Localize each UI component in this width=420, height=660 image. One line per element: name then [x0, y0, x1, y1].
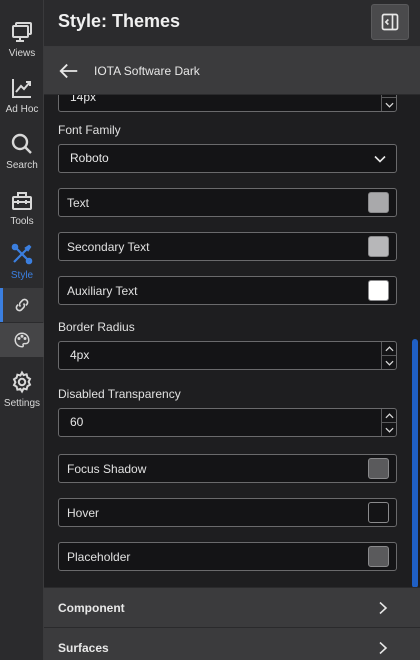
color-swatch-secondary-text[interactable]: [368, 236, 389, 257]
color-row-placeholder[interactable]: Placeholder: [58, 542, 397, 571]
collapse-panel-button[interactable]: [371, 4, 409, 40]
nav-item-views[interactable]: Views: [0, 14, 44, 66]
gear-icon: [12, 370, 32, 394]
back-arrow-icon[interactable]: [58, 60, 80, 82]
color-swatch-placeholder[interactable]: [368, 546, 389, 567]
nav-label-views: Views: [8, 48, 36, 59]
style-icon: [11, 243, 33, 265]
accordion-component[interactable]: Component: [44, 587, 420, 627]
nav-label-tools: Tools: [10, 216, 34, 227]
color-row-hover[interactable]: Hover: [58, 498, 397, 527]
disabled-transparency-input[interactable]: 60: [58, 408, 397, 437]
nav-label-settings: Settings: [3, 398, 41, 409]
border-radius-down-button[interactable]: [381, 355, 396, 369]
partial-number-value: 14px: [70, 95, 97, 104]
chevron-right-icon: [379, 641, 388, 655]
color-row-focus-shadow[interactable]: Focus Shadow: [58, 454, 397, 483]
link-icon: [15, 298, 29, 312]
nav-item-settings[interactable]: Settings: [0, 364, 44, 416]
color-row-auxiliary-text[interactable]: Auxiliary Text: [58, 276, 397, 305]
color-swatch-auxiliary-text[interactable]: [368, 280, 389, 301]
chevron-down-icon: [384, 102, 394, 108]
collapse-panel-icon: [381, 13, 399, 31]
stepper-down-button[interactable]: [381, 97, 396, 111]
accordion-surfaces[interactable]: Surfaces: [44, 627, 420, 660]
color-label-auxiliary-text: Auxiliary Text: [67, 284, 138, 298]
nav-item-ad-hoc[interactable]: Ad Hoc: [0, 70, 44, 122]
form-scrollbar-thumb[interactable]: [412, 339, 418, 588]
palette-icon: [14, 332, 30, 348]
theme-subheader: IOTA Software Dark: [44, 47, 420, 95]
font-family-select[interactable]: Roboto: [58, 144, 397, 173]
nav-item-search[interactable]: Search: [0, 126, 44, 178]
toolbox-icon: [12, 192, 32, 210]
color-label-secondary-text: Secondary Text: [67, 240, 150, 254]
page-title: Style: Themes: [58, 11, 181, 31]
border-radius-label: Border Radius: [58, 320, 135, 334]
nav-item-tools[interactable]: Tools: [0, 182, 44, 234]
disabled-transparency-label: Disabled Transparency: [58, 387, 181, 401]
border-radius-input[interactable]: 4px: [58, 341, 397, 370]
color-row-text[interactable]: Text: [58, 188, 397, 217]
disabled-transparency-value: 60: [70, 415, 84, 429]
chevron-down-icon: [384, 427, 394, 433]
chevron-up-icon: [384, 412, 394, 418]
color-label-placeholder: Placeholder: [67, 550, 131, 564]
chevron-down-icon: [374, 155, 386, 163]
theme-form: 14px Font Family Roboto Text Secondary T…: [44, 95, 411, 588]
color-label-focus-shadow: Focus Shadow: [67, 462, 147, 476]
left-nav-rail: Views Ad Hoc Search Tools Style Settings: [0, 0, 44, 660]
app-root: Views Ad Hoc Search Tools Style Settings…: [0, 0, 420, 660]
chevron-up-icon: [384, 345, 394, 351]
nav-label-style: Style: [10, 270, 34, 281]
disabled-transparency-stepper: [381, 409, 396, 436]
font-family-value: Roboto: [70, 151, 109, 165]
color-label-hover: Hover: [67, 506, 100, 520]
accordion-label-component: Component: [58, 601, 125, 615]
chart-line-icon: [12, 79, 31, 98]
color-swatch-focus-shadow[interactable]: [368, 458, 389, 479]
chevron-down-icon: [384, 360, 394, 366]
nav-label-search: Search: [6, 160, 38, 171]
monitor-icon: [12, 22, 32, 42]
disabled-transparency-up-button[interactable]: [381, 409, 396, 422]
nav-item-style[interactable]: Style: [0, 236, 44, 288]
theme-name: IOTA Software Dark: [94, 64, 200, 78]
color-row-secondary-text[interactable]: Secondary Text: [58, 232, 397, 261]
border-radius-stepper: [381, 342, 396, 369]
partial-number-stepper: [381, 95, 396, 111]
color-swatch-hover[interactable]: [368, 502, 389, 523]
panel-header: Style: Themes: [44, 0, 420, 47]
form-scrollbar[interactable]: [411, 95, 420, 588]
nav-sub-item-links[interactable]: [0, 288, 44, 322]
nav-label-ad-hoc: Ad Hoc: [5, 104, 39, 115]
search-icon: [11, 133, 32, 154]
color-label-text: Text: [67, 196, 90, 210]
font-family-label: Font Family: [58, 123, 121, 137]
accordion-label-surfaces: Surfaces: [58, 641, 109, 655]
nav-sub-item-palette[interactable]: [0, 323, 44, 357]
chevron-right-icon: [379, 601, 388, 615]
disabled-transparency-down-button[interactable]: [381, 422, 396, 436]
color-swatch-text[interactable]: [368, 192, 389, 213]
partial-number-input[interactable]: 14px: [58, 95, 397, 112]
border-radius-up-button[interactable]: [381, 342, 396, 355]
border-radius-value: 4px: [70, 348, 90, 362]
